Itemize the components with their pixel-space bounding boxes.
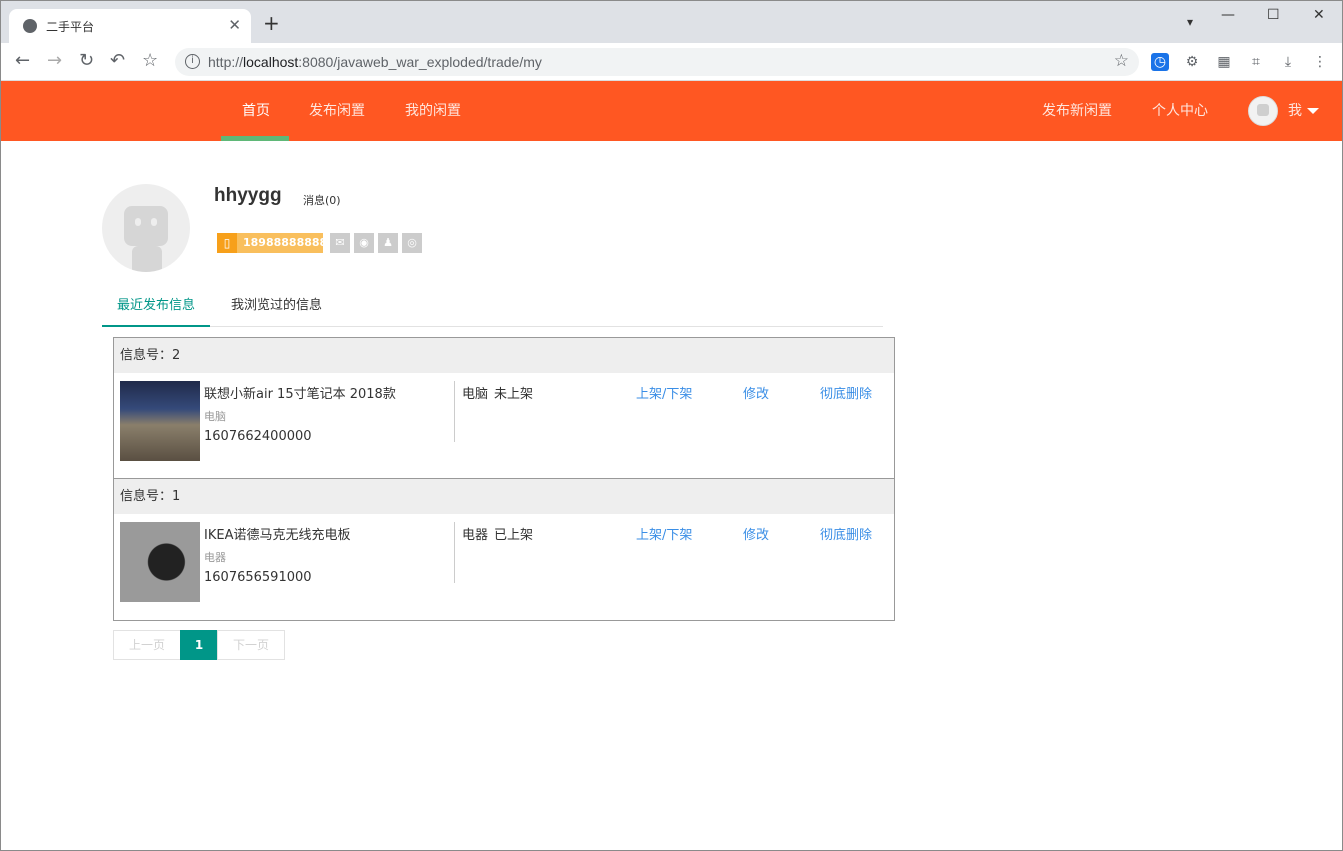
item-title[interactable]: IKEA诺德马克无线充电板 (204, 524, 350, 543)
list-item-header: 信息号：2 (114, 338, 894, 373)
close-tab-icon[interactable]: ✕ (228, 16, 241, 34)
back-icon[interactable]: ← (15, 51, 30, 71)
tab-recent-posts[interactable]: 最近发布信息 (102, 290, 211, 327)
window-close-button[interactable]: ✕ (1313, 7, 1325, 23)
wechat-icon[interactable]: ◉ (354, 233, 374, 253)
item-timestamp: 1607662400000 (204, 429, 312, 444)
list-item-header: 信息号：1 (114, 479, 894, 514)
menu-kebab-icon[interactable]: ⋮ (1311, 53, 1329, 71)
nav-user-center[interactable]: 个人中心 (1152, 81, 1208, 141)
content-tabs: 最近发布信息 我浏览过的信息 (102, 290, 883, 327)
current-page-button[interactable]: 1 (180, 630, 218, 660)
robot-head-icon (124, 206, 168, 246)
edit-button[interactable]: 修改 (743, 383, 769, 402)
gear-extension-icon[interactable]: ⚙ (1183, 53, 1201, 71)
weibo-icon[interactable]: ◎ (402, 233, 422, 253)
item-thumbnail[interactable] (120, 522, 200, 602)
browser-toolbar: ← → ↻ ↶ ☆ i http://localhost:8080/javawe… (1, 43, 1342, 81)
post-list: 信息号：2 联想小新air 15寸笔记本 2018款 电脑 1607662400… (113, 337, 895, 621)
item-status: 电脑 未上架 (462, 387, 534, 402)
bookmark-star-icon[interactable]: ☆ (142, 51, 158, 71)
nav-my-items[interactable]: 我的闲置 (405, 81, 461, 141)
phone-badge: ▯ 18988888888 (217, 233, 327, 253)
reload-icon[interactable]: ↻ (79, 51, 94, 71)
tab-search-dropdown-icon[interactable]: ▾ (1187, 15, 1193, 29)
undo-icon[interactable]: ↶ (110, 51, 125, 71)
delete-button[interactable]: 彻底删除 (820, 524, 872, 543)
email-icon[interactable]: ✉ (330, 233, 350, 253)
divider (454, 381, 455, 442)
apps-grid-icon[interactable]: ▦ (1215, 53, 1233, 71)
maximize-button[interactable]: ☐ (1267, 7, 1280, 23)
divider (454, 522, 455, 583)
chevron-down-icon[interactable] (1307, 108, 1319, 114)
item-status: 电器 已上架 (462, 528, 534, 543)
nav-publish[interactable]: 发布闲置 (309, 81, 365, 141)
qq-icon[interactable]: ♟ (378, 233, 398, 253)
url-text[interactable]: http://localhost:8080/javaweb_war_explod… (208, 54, 542, 70)
site-header: 首页 发布闲置 我的闲置 发布新闲置 个人中心 我 (1, 81, 1342, 141)
forward-icon[interactable]: → (47, 51, 62, 71)
prev-page-button[interactable]: 上一页 (113, 630, 181, 660)
address-bar[interactable]: i http://localhost:8080/javaweb_war_expl… (175, 48, 1139, 76)
nav-home[interactable]: 首页 (242, 81, 270, 141)
delete-button[interactable]: 彻底删除 (820, 383, 872, 402)
star-icon[interactable]: ☆ (1114, 51, 1129, 71)
next-page-button[interactable]: 下一页 (217, 630, 285, 660)
item-title[interactable]: 联想小新air 15寸笔记本 2018款 (204, 383, 396, 402)
globe-icon (23, 19, 37, 33)
download-icon[interactable]: ⤓ (1279, 53, 1297, 71)
nav-user-menu[interactable]: 我 (1288, 81, 1302, 141)
browser-tab[interactable]: 二手平台 ✕ (9, 9, 251, 43)
browser-tab-title: 二手平台 (46, 20, 95, 34)
item-timestamp: 1607656591000 (204, 570, 312, 585)
messages-link[interactable]: 消息(0) (303, 192, 341, 208)
new-tab-button[interactable]: + (263, 13, 280, 33)
toggle-listing-button[interactable]: 上架/下架 (636, 524, 692, 543)
nav-active-indicator (221, 136, 289, 141)
phone-icon: ▯ (217, 233, 237, 253)
nav-publish-new[interactable]: 发布新闲置 (1042, 81, 1112, 141)
crop-icon[interactable]: ⌗ (1247, 53, 1265, 71)
info-icon[interactable]: i (185, 54, 200, 69)
browser-tab-bar: 二手平台 ✕ + ▾ — ☐ ✕ (1, 1, 1342, 43)
profile-avatar (102, 184, 190, 272)
item-category: 电器 (204, 551, 226, 564)
item-category: 电脑 (204, 410, 226, 423)
robot-body-icon (132, 246, 162, 272)
header-avatar[interactable] (1248, 96, 1278, 126)
profile-username: hhyygg (214, 185, 282, 206)
edit-button[interactable]: 修改 (743, 524, 769, 543)
history-extension-icon[interactable]: ◷ (1151, 53, 1169, 71)
item-thumbnail[interactable] (120, 381, 200, 461)
phone-number: 18988888888 (243, 236, 328, 249)
toggle-listing-button[interactable]: 上架/下架 (636, 383, 692, 402)
tab-browsed[interactable]: 我浏览过的信息 (216, 290, 337, 327)
minimize-button[interactable]: — (1221, 7, 1235, 23)
